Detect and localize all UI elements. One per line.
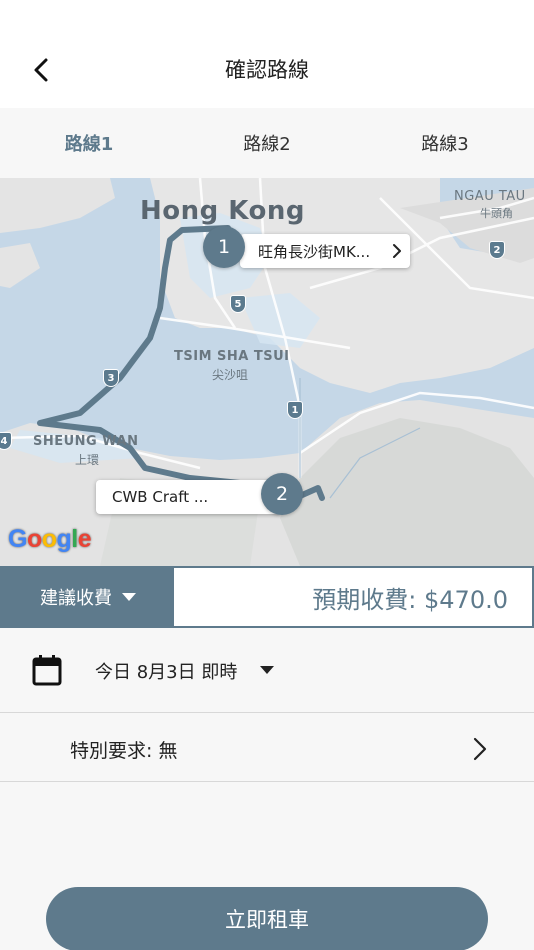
destination-callout-label: CWB Craft ...	[112, 488, 209, 506]
route-shield-2: 2	[489, 241, 505, 259]
expected-fare: 預期收費: $470.0	[312, 585, 508, 614]
destination-marker[interactable]: 2	[261, 473, 303, 515]
route-shield-3: 3	[103, 369, 119, 387]
rent-now-button[interactable]: 立即租車	[46, 887, 488, 950]
special-requests-row[interactable]: 特別要求: 無	[0, 714, 534, 782]
calendar-icon	[32, 655, 62, 686]
map-label-sheung-wan: SHEUNG WAN	[33, 434, 139, 449]
caret-down-icon	[122, 593, 136, 601]
map-label-sheung-wan-zh: 上環	[75, 453, 100, 467]
origin-marker[interactable]: 1	[203, 226, 245, 268]
route-tabs: 路線1 路線2 路線3	[0, 108, 534, 178]
chevron-right-icon	[473, 737, 487, 761]
map-label-hong-kong: Hong Kong	[140, 196, 305, 226]
route-shield-5: 5	[230, 295, 246, 313]
fare-bar: 建議收費 預期收費: $470.0	[0, 566, 534, 628]
destination-callout[interactable]: CWB Craft ...	[96, 480, 282, 514]
fare-type-label: 建議收費	[40, 588, 112, 609]
date-time-selector[interactable]: 今日 8月3日 即時	[0, 628, 534, 713]
caret-down-icon	[260, 666, 274, 674]
tab-route-2[interactable]: 路線2	[178, 108, 356, 178]
chevron-right-icon	[393, 244, 401, 258]
map-label-ngau-tau: NGAU TAU	[454, 189, 526, 204]
map-label-tsim-sha-tsui: TSIM SHA TSUI	[174, 349, 290, 364]
google-logo: Google	[8, 525, 92, 553]
tab-route-3[interactable]: 路線3	[356, 108, 534, 178]
tab-route-1[interactable]: 路線1	[0, 108, 178, 178]
map-label-ngau-tau-zh: 牛頭角	[480, 207, 513, 220]
app-header: 確認路線	[0, 0, 534, 108]
origin-callout-label: 旺角長沙街MK...	[258, 242, 371, 261]
special-requests-label: 特別要求: 無	[70, 740, 178, 762]
origin-callout[interactable]: 旺角長沙街MK...	[240, 234, 410, 268]
fare-type-dropdown[interactable]: 建議收費	[2, 568, 174, 626]
map-label-tsim-sha-tsui-zh: 尖沙咀	[212, 368, 249, 382]
date-time-label: 今日 8月3日 即時	[95, 662, 238, 683]
route-shield-1: 1	[287, 401, 303, 419]
page-title: 確認路線	[225, 58, 309, 82]
